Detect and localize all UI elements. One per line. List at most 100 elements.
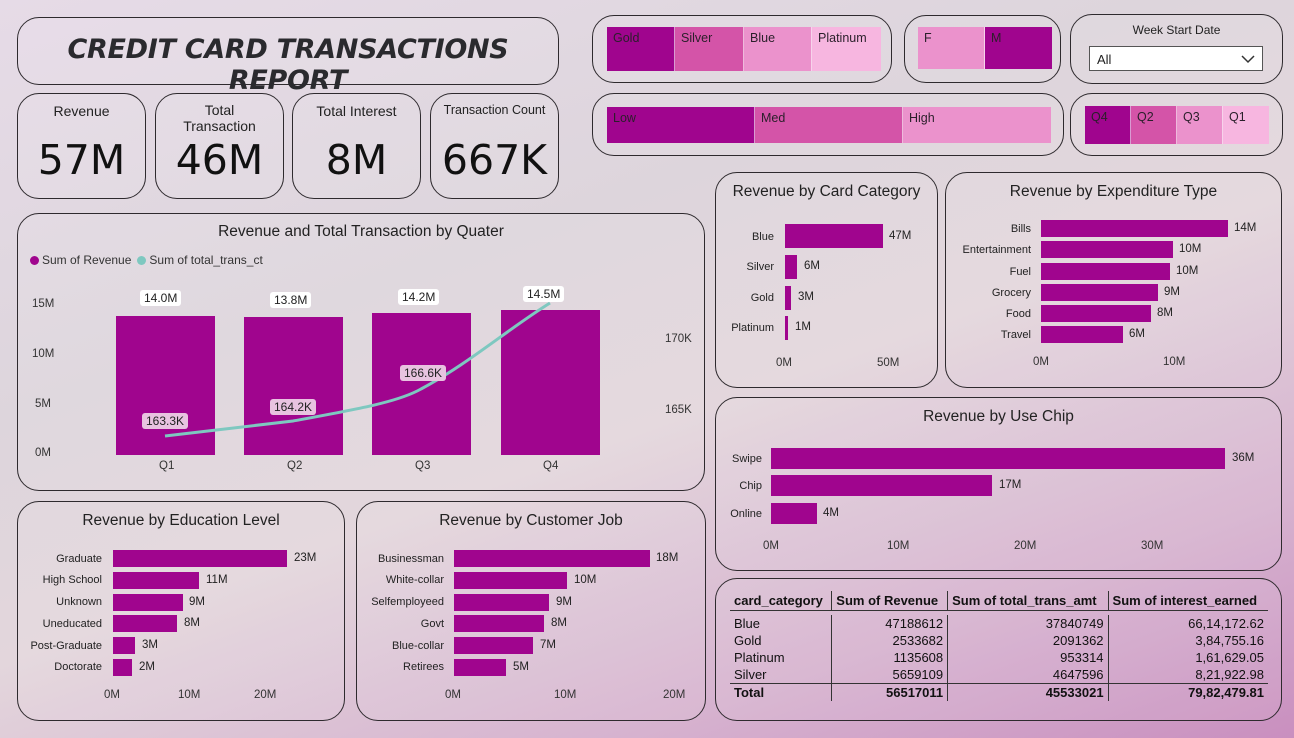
x-tick-label: 50M	[877, 357, 900, 369]
bar-unknown[interactable]	[113, 594, 183, 611]
table-cell: Total	[730, 683, 832, 701]
table-cell: 953314	[947, 649, 1109, 666]
bar-grocery[interactable]	[1041, 284, 1158, 301]
bar-businessman[interactable]	[454, 550, 650, 567]
slicer-tile-m[interactable]: M	[985, 27, 1052, 69]
table-cell: 56517011	[831, 683, 948, 701]
category-label: Blue	[751, 231, 774, 243]
data-label: 7M	[540, 639, 556, 651]
bar-entertainment[interactable]	[1041, 241, 1173, 258]
table-header-row: card_category Sum of Revenue Sum of tota…	[730, 591, 1268, 611]
category-label: Gold	[750, 292, 774, 304]
table-cell: Platinum	[734, 650, 785, 665]
report-title: CREDIT CARD TRANSACTIONS REPORT	[67, 34, 509, 96]
bar-blue[interactable]	[785, 224, 883, 248]
bar-govt[interactable]	[454, 615, 544, 632]
slicer-tile-silver[interactable]: Silver	[675, 27, 744, 71]
bar-blue-collar[interactable]	[454, 637, 533, 654]
data-label: 1M	[795, 321, 811, 333]
line-data-label: 163.3K	[142, 413, 189, 429]
x-tick-label: 10M	[887, 540, 910, 552]
slicer-tile-low[interactable]: Low	[607, 107, 755, 143]
kpi-value: 8M	[325, 136, 388, 184]
category-label: High School	[42, 574, 102, 586]
table-cell: 1135608	[831, 649, 948, 666]
data-label: 10M	[1179, 243, 1202, 255]
category-label: Post-Graduate	[30, 640, 102, 652]
data-label: 9M	[1164, 286, 1180, 298]
data-label: 8M	[551, 617, 567, 629]
category-label: Silver	[746, 261, 774, 273]
card-category-slicer: Gold Silver Blue Platinum	[592, 15, 892, 83]
table-cell: 2533682	[831, 632, 948, 649]
column-header[interactable]: Sum of interest_earned	[1107, 591, 1268, 611]
slicer-tile-f[interactable]: F	[918, 27, 985, 69]
slicer-tile-q4[interactable]: Q4	[1085, 106, 1131, 144]
week-start-value: All	[1097, 52, 1112, 67]
table-cell: 1,61,629.05	[1107, 649, 1268, 666]
bar-online[interactable]	[771, 503, 817, 524]
week-start-dropdown[interactable]: All	[1089, 46, 1263, 71]
data-label: 4M	[823, 507, 839, 519]
bar-bills[interactable]	[1041, 220, 1228, 237]
bar-high-school[interactable]	[113, 572, 199, 589]
card-category-table-card: card_category Sum of Revenue Sum of tota…	[715, 578, 1282, 721]
category-label: Entertainment	[962, 244, 1031, 256]
gender-slicer: F M	[904, 15, 1061, 83]
bar-gold[interactable]	[785, 286, 791, 310]
column-header[interactable]: Sum of Revenue	[831, 591, 948, 611]
chart-title: Revenue by Card Category	[732, 183, 921, 200]
x-tick-label: 10M	[178, 689, 201, 701]
bar-chip[interactable]	[771, 475, 992, 496]
bar-food[interactable]	[1041, 305, 1151, 322]
data-label: 3M	[142, 639, 158, 651]
category-label: Swipe	[732, 453, 762, 465]
kpi-card-total-interest: Total Interest 8M	[292, 93, 421, 199]
bar-travel[interactable]	[1041, 326, 1123, 343]
data-label: 17M	[999, 479, 1022, 491]
slicer-tile-high[interactable]: High	[903, 107, 1051, 143]
line-data-label: 166.6K	[400, 365, 447, 381]
category-label: Platinum	[731, 322, 774, 334]
x-tick-label: 10M	[1163, 356, 1186, 368]
column-header[interactable]: card_category	[730, 591, 832, 611]
table-row: Platinum 1135608 953314 1,61,629.05	[730, 649, 1268, 666]
chevron-down-icon	[1241, 55, 1255, 64]
column-header[interactable]: Sum of total_trans_amt	[947, 591, 1109, 611]
slicer-tile-q3[interactable]: Q3	[1177, 106, 1223, 144]
bar-uneducated[interactable]	[113, 615, 177, 632]
bar-platinum[interactable]	[785, 316, 788, 340]
x-tick-label: Q3	[415, 460, 431, 472]
bar-data-label: 14.5M	[523, 286, 565, 302]
slicer-tile-platinum[interactable]: Platinum	[812, 27, 881, 71]
chart-title: Revenue by Customer Job	[439, 512, 623, 529]
data-label: 2M	[139, 661, 155, 673]
bar-selfemployeed[interactable]	[454, 594, 549, 611]
slicer-tile-med[interactable]: Med	[755, 107, 903, 143]
data-label: 36M	[1232, 452, 1255, 464]
bar-fuel[interactable]	[1041, 263, 1170, 280]
card-category-table: card_category Sum of Revenue Sum of tota…	[730, 591, 1268, 701]
table-cell: 47188612	[831, 615, 948, 632]
expenditure-chart-card: Revenue by Expenditure Type Bills Entert…	[945, 172, 1282, 388]
bar-swipe[interactable]	[771, 448, 1225, 469]
category-label: Chip	[739, 480, 762, 492]
data-label: 6M	[804, 260, 820, 272]
table-row: Blue 47188612 37840749 66,14,172.62	[730, 615, 1268, 632]
income-group-slicer: Low Med High	[592, 93, 1064, 156]
slicer-tile-blue[interactable]: Blue	[744, 27, 812, 71]
data-label: 9M	[189, 596, 205, 608]
table-cell: 3,84,755.16	[1107, 632, 1268, 649]
slicer-tile-q1[interactable]: Q1	[1223, 106, 1269, 144]
bar-white-collar[interactable]	[454, 572, 567, 589]
bar-graduate[interactable]	[113, 550, 287, 567]
slicer-tile-gold[interactable]: Gold	[607, 27, 675, 71]
slicer-tile-q2[interactable]: Q2	[1131, 106, 1177, 144]
category-label: White-collar	[385, 574, 444, 586]
x-tick-label: 0M	[104, 689, 120, 701]
bar-retirees[interactable]	[454, 659, 506, 676]
bar-doctorate[interactable]	[113, 659, 132, 676]
bar-post-graduate[interactable]	[113, 637, 135, 654]
x-tick-label: 0M	[1033, 356, 1049, 368]
bar-silver[interactable]	[785, 255, 797, 279]
